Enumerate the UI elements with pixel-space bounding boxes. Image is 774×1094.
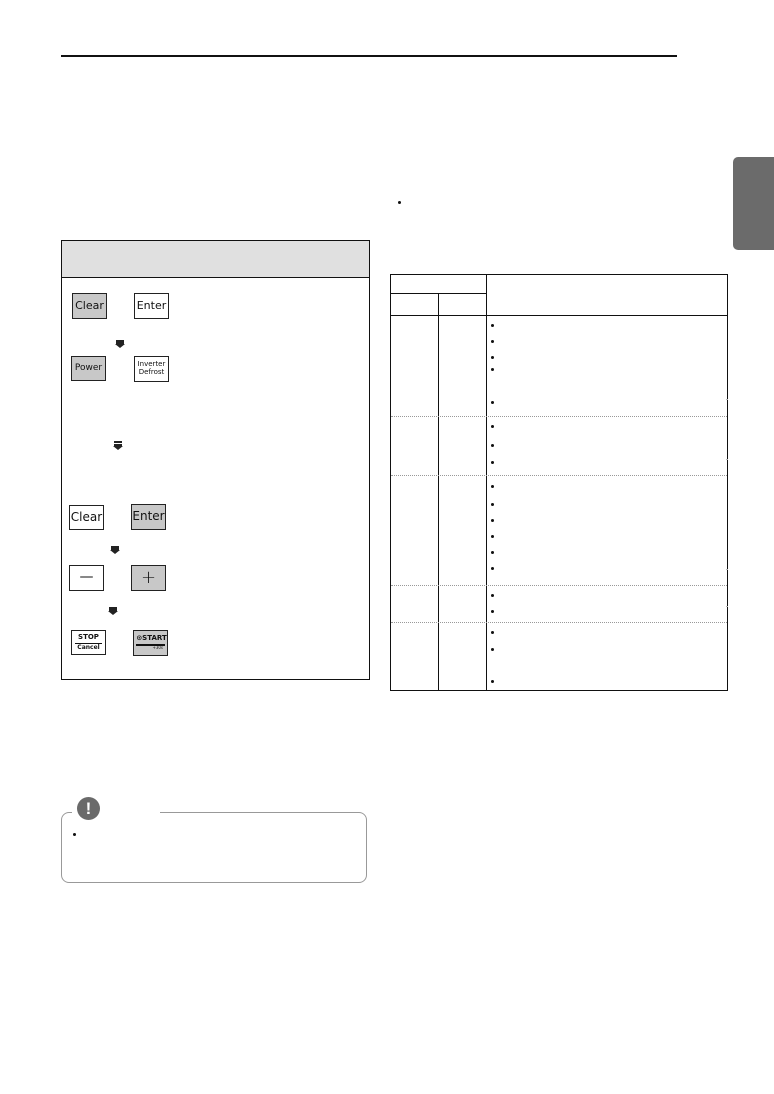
minus-key-label: — xyxy=(79,569,94,586)
header-bottom-rule xyxy=(391,315,727,317)
edge-tick xyxy=(726,569,728,570)
enter-key-label: Enter xyxy=(136,298,167,312)
power-key[interactable]: Power xyxy=(71,356,106,381)
row-bullet xyxy=(491,567,494,570)
row-separator xyxy=(391,416,727,417)
row-bullet xyxy=(491,356,494,359)
enter-key-2[interactable]: Enter xyxy=(131,504,166,530)
inverter-defrost-key[interactable]: Inverter Defrost xyxy=(134,356,169,382)
clear-key-2-label: Clear xyxy=(70,509,103,524)
row-bullet xyxy=(491,594,494,597)
row-bullet xyxy=(491,519,494,522)
note-bullet xyxy=(73,833,76,836)
clear-key-label: Clear xyxy=(75,298,104,312)
stop-cancel-key[interactable]: STOP Cancel xyxy=(71,630,106,655)
enter-key-2-label: Enter xyxy=(132,509,165,524)
header-subdivider xyxy=(391,293,486,295)
row-bullet xyxy=(491,648,494,651)
plus-key-label: + xyxy=(140,567,157,589)
row-bullet xyxy=(491,535,494,538)
row-bullet xyxy=(491,610,494,613)
row-bullet xyxy=(491,425,494,428)
row-bullet xyxy=(491,461,494,464)
section-tab xyxy=(733,157,774,250)
row-bullet xyxy=(491,444,494,447)
edge-tick xyxy=(726,606,728,607)
edge-tick xyxy=(726,459,728,460)
power-key-label: Power xyxy=(74,362,103,373)
row-bullet xyxy=(491,368,494,371)
procedure-box: Clear Enter Power Inverter Defrost Clear… xyxy=(61,240,370,680)
row-bullet xyxy=(491,680,494,683)
row-bullet xyxy=(491,340,494,343)
row-bullet xyxy=(491,551,494,554)
plus-key[interactable]: + xyxy=(131,565,166,591)
troubleshooting-table xyxy=(390,274,728,691)
row-bullet xyxy=(491,485,494,488)
row-bullet xyxy=(491,631,494,634)
header-rule xyxy=(61,55,677,57)
clear-key-2[interactable]: Clear xyxy=(69,505,104,530)
exclamation-icon: ! xyxy=(77,797,100,820)
minus-key[interactable]: — xyxy=(69,565,104,591)
row-bullet xyxy=(491,503,494,506)
row-separator xyxy=(391,622,727,623)
edge-tick xyxy=(726,399,728,400)
note-box xyxy=(61,812,367,883)
row-bullet xyxy=(491,324,494,327)
procedure-header xyxy=(62,241,369,278)
enter-key[interactable]: Enter xyxy=(134,293,169,319)
plus30-label: +30s xyxy=(152,645,163,651)
column-divider xyxy=(438,293,440,690)
cancel-label: Cancel xyxy=(77,643,100,651)
row-separator xyxy=(391,585,727,586)
column-divider xyxy=(486,275,488,690)
start-key[interactable]: ⊙START +30s xyxy=(133,630,168,656)
row-separator xyxy=(391,475,727,476)
intro-bullet xyxy=(398,201,401,204)
clear-key[interactable]: Clear xyxy=(72,293,107,319)
defrost-label: Defrost xyxy=(138,368,165,376)
row-bullet xyxy=(491,401,494,404)
stop-label: STOP xyxy=(75,633,102,644)
